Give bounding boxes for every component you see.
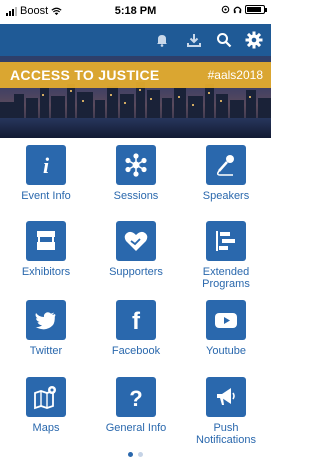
search-button[interactable] <box>212 28 236 52</box>
tile-supporters[interactable]: Supporters <box>93 214 179 278</box>
twitter-bird-icon <box>26 300 66 340</box>
top-toolbar <box>0 24 271 56</box>
tile-label: Maps <box>32 422 60 434</box>
tile-youtube[interactable]: Youtube <box>183 293 269 357</box>
question-mark-icon: ? <box>116 377 156 417</box>
status-right <box>221 5 267 14</box>
headphones-icon <box>233 6 242 14</box>
sessions-network-icon <box>116 145 156 185</box>
tile-label: General Info <box>105 422 167 434</box>
settings-button[interactable] <box>242 28 266 52</box>
tile-label: Facebook <box>111 345 161 357</box>
bell-icon <box>157 35 167 47</box>
tile-label: Push Notifications <box>196 422 256 446</box>
tile-sessions[interactable]: Sessions <box>93 138 179 202</box>
svg-text:?: ? <box>129 386 142 410</box>
tile-facebook[interactable]: f Facebook <box>93 293 179 357</box>
tile-label: Speakers <box>202 190 250 202</box>
tile-label: Twitter <box>29 345 63 357</box>
tile-label: Supporters <box>109 266 163 278</box>
notifications-button[interactable] <box>150 28 174 52</box>
battery-icon <box>245 5 267 14</box>
exhibit-booth-icon <box>26 221 66 261</box>
timeline-icon <box>206 221 246 261</box>
tile-twitter[interactable]: Twitter <box>3 293 89 357</box>
download-icon <box>187 34 201 47</box>
tile-label: Youtube <box>206 345 246 357</box>
map-pin-icon <box>26 377 66 417</box>
menu-grid: i Event Info Sessions Speakers Exhibitor… <box>0 138 271 448</box>
tile-extended-programs[interactable]: Extended Programs <box>183 214 269 290</box>
search-icon <box>217 33 232 48</box>
download-button[interactable] <box>182 28 206 52</box>
youtube-play-icon <box>206 300 246 340</box>
harbor-water <box>0 118 271 138</box>
banner-hashtag: #aals2018 <box>207 68 263 82</box>
tile-general-info[interactable]: ? General Info <box>93 370 179 434</box>
tile-label: Exhibitors <box>21 266 71 278</box>
tile-event-info[interactable]: i Event Info <box>3 138 89 202</box>
tile-label: Sessions <box>113 190 159 202</box>
svg-text:i: i <box>43 153 50 178</box>
tile-maps[interactable]: Maps <box>3 370 89 434</box>
svg-text:f: f <box>132 308 141 333</box>
microphone-icon <box>206 145 246 185</box>
page-dot[interactable] <box>138 452 143 457</box>
page-dot-active[interactable] <box>128 452 133 457</box>
gear-icon <box>245 31 263 49</box>
tile-push-notifications[interactable]: Push Notifications <box>183 370 269 446</box>
tile-label: Extended Programs <box>202 266 250 290</box>
tile-speakers[interactable]: Speakers <box>183 138 269 202</box>
status-bar: Boost 5:18 PM <box>0 0 271 24</box>
page-indicator[interactable] <box>0 452 271 460</box>
tile-label: Event Info <box>21 190 71 202</box>
tile-exhibitors[interactable]: Exhibitors <box>3 214 89 278</box>
info-icon: i <box>26 145 66 185</box>
location-icon <box>221 5 230 14</box>
handshake-heart-icon <box>116 221 156 261</box>
event-banner: ACCESS TO JUSTICE #aals2018 <box>0 56 271 138</box>
megaphone-icon <box>206 377 246 417</box>
banner-title: ACCESS TO JUSTICE <box>10 67 160 83</box>
facebook-icon: f <box>116 300 156 340</box>
